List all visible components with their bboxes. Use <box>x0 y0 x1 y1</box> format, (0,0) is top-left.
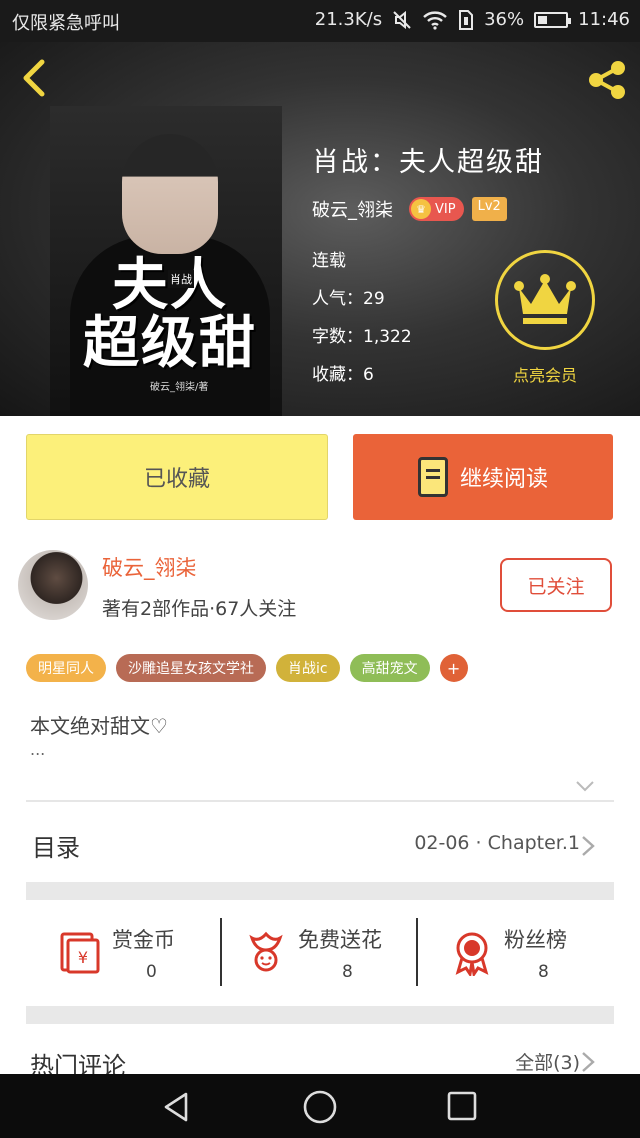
stat-label: 赏金币 <box>112 928 175 952</box>
favorite-count: 收藏：6 <box>312 365 374 385</box>
chevron-right-icon[interactable] <box>580 834 596 858</box>
nav-back-icon[interactable] <box>160 1090 194 1124</box>
all-comments-link[interactable]: 全部(3) <box>515 1048 580 1075</box>
author-card-name[interactable]: 破云_翎柒 <box>102 552 197 582</box>
status-bar: 仅限紧急呼叫 21.3K/s 36% 11:46 <box>0 0 640 42</box>
followed-button[interactable]: 已关注 <box>500 558 612 612</box>
book-cover[interactable]: 夫人 超级甜 肖战 破云_翎柒/著 <box>50 106 282 416</box>
stat-fan-ranking[interactable]: 粉丝榜 8 <box>448 916 628 994</box>
crown-icon <box>495 250 595 350</box>
continue-reading-button[interactable]: 继续阅读 <box>353 434 613 520</box>
mute-icon <box>393 10 411 29</box>
cover-author: 破云_翎柒/著 <box>150 382 209 393</box>
stat-value: 0 <box>146 962 157 982</box>
favorited-button[interactable]: 已收藏 <box>26 434 328 520</box>
tag-chip[interactable]: 高甜宠文 <box>349 654 430 682</box>
section-separator <box>26 1006 614 1024</box>
chevron-right-icon[interactable] <box>580 1050 596 1074</box>
section-separator <box>26 882 614 900</box>
toc-latest-chapter[interactable]: 02-06 · Chapter.1 <box>414 832 580 854</box>
clock: 11:46 <box>578 9 630 30</box>
stat-label: 粉丝榜 <box>504 928 567 952</box>
flower-icon <box>249 931 283 972</box>
divider <box>220 918 222 986</box>
author-stats: 著有2部作品·67人关注 <box>102 598 297 620</box>
svg-text:¥: ¥ <box>78 948 88 967</box>
red-envelope-icon: ¥ <box>60 932 100 974</box>
tag-chip[interactable]: 沙雕追星女孩文学社 <box>116 654 266 682</box>
crown-icon: ♛ <box>411 199 431 219</box>
tag-chip[interactable]: 明星同人 <box>26 654 106 682</box>
stat-label: 免费送花 <box>298 928 382 952</box>
stat-free-flowers[interactable]: 免费送花 8 <box>242 916 422 994</box>
carrier-text: 仅限紧急呼叫 <box>12 13 120 34</box>
ribbon-medal-icon <box>455 932 489 976</box>
popularity: 人气：29 <box>312 289 385 309</box>
book-icon <box>417 457 448 497</box>
system-nav-bar <box>0 1074 640 1138</box>
book-intro: 本文绝对甜文♡ <box>30 714 168 738</box>
cover-small-text: 肖战 <box>168 270 194 288</box>
level-badge: Lv2 <box>471 197 507 221</box>
book-header: 夫人 超级甜 肖战 破云_翎柒/著 肖战：夫人超级甜 破云_翎柒 ♛ VIP L… <box>0 42 640 416</box>
cover-face <box>122 134 218 254</box>
avatar[interactable] <box>18 550 88 620</box>
tag-list: 明星同人 沙雕追星女孩文学社 肖战ic 高甜宠文 + <box>26 654 468 682</box>
member-button[interactable]: 点亮会员 <box>490 250 600 410</box>
author-name[interactable]: 破云_翎柒 <box>312 196 393 222</box>
nav-home-icon[interactable] <box>302 1089 338 1125</box>
divider <box>26 800 614 802</box>
stat-reward-coins[interactable]: ¥ 赏金币 0 <box>56 916 236 994</box>
back-arrow-icon[interactable] <box>14 56 54 100</box>
share-icon[interactable] <box>584 58 630 102</box>
wifi-icon <box>423 10 447 30</box>
battery-icon <box>534 11 572 28</box>
toc-label[interactable]: 目录 <box>32 828 80 863</box>
word-count: 字数：1,322 <box>312 327 412 347</box>
serial-status: 连载 <box>312 251 346 271</box>
divider <box>416 918 418 986</box>
add-tag-button[interactable]: + <box>439 654 468 682</box>
author-row: 破云_翎柒 ♛ VIP Lv2 <box>312 196 507 222</box>
chevron-down-icon[interactable] <box>575 776 595 796</box>
stat-value: 8 <box>538 962 549 982</box>
stat-value: 8 <box>342 962 353 982</box>
book-title: 肖战：夫人超级甜 <box>312 147 544 178</box>
member-label: 点亮会员 <box>512 366 577 385</box>
intro-ellipsis: ... <box>30 740 46 759</box>
sim-icon <box>459 9 474 30</box>
tag-chip[interactable]: 肖战ic <box>276 654 340 682</box>
battery-percent: 36% <box>484 9 525 30</box>
network-speed: 21.3K/s <box>314 9 383 30</box>
vip-badge: ♛ VIP <box>409 197 464 221</box>
nav-recents-icon[interactable] <box>446 1090 478 1122</box>
